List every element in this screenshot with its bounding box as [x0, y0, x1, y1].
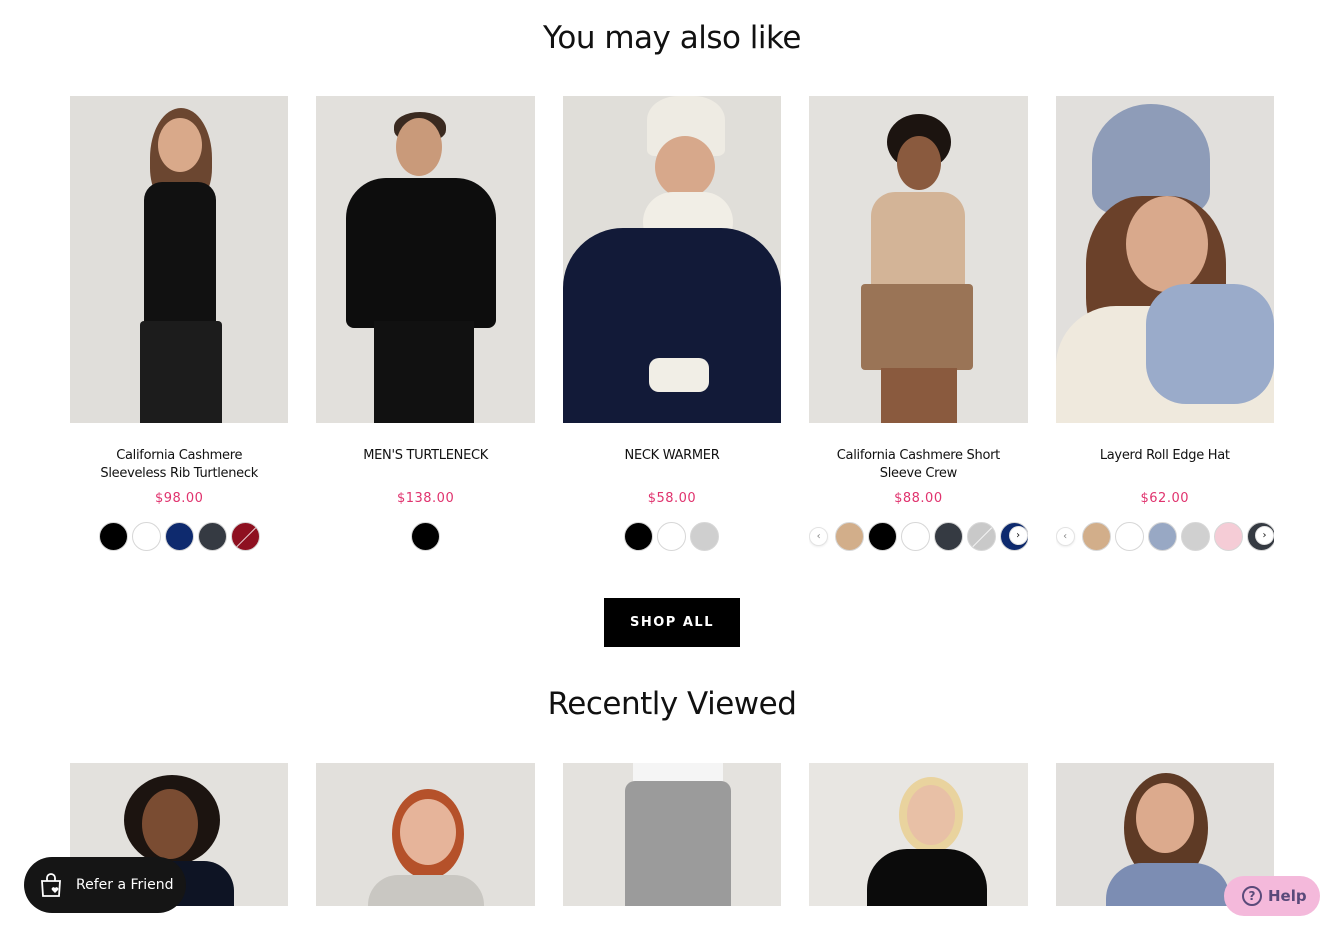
color-swatch[interactable]	[131, 521, 161, 551]
product-image[interactable]	[809, 763, 1028, 906]
color-swatch[interactable]	[1213, 521, 1243, 551]
color-swatch[interactable]	[657, 521, 687, 551]
chevron-left-icon[interactable]: ‹	[809, 526, 829, 546]
color-swatch[interactable]	[1147, 521, 1177, 551]
product-image[interactable]	[70, 96, 289, 423]
recently-viewed-grid	[70, 763, 1274, 906]
chevron-right-icon[interactable]: ›	[1008, 526, 1028, 545]
product-price: $62.00	[1140, 491, 1189, 506]
shop-all-button[interactable]: SHOP ALL	[604, 598, 740, 647]
color-swatch[interactable]	[901, 521, 931, 551]
product-name[interactable]: Layerd Roll Edge Hat	[1056, 447, 1274, 485]
color-swatches	[70, 520, 288, 552]
product-price: $58.00	[647, 491, 697, 506]
recent-product-card[interactable]	[562, 763, 782, 906]
help-label: Help	[1268, 887, 1307, 905]
color-swatch[interactable]	[98, 521, 128, 551]
recent-product-card[interactable]	[809, 763, 1028, 906]
product-image[interactable]	[316, 96, 535, 423]
chevron-right-icon[interactable]: ›	[1254, 526, 1274, 545]
product-image[interactable]	[562, 96, 782, 423]
refer-a-friend-button[interactable]: Refer a Friend	[24, 857, 186, 913]
color-swatch[interactable]	[624, 521, 654, 551]
product-card[interactable]: MEN'S TURTLENECK $138.00	[316, 96, 535, 552]
product-name[interactable]: MEN'S TURTLENECK	[316, 447, 534, 485]
product-price: $98.00	[154, 491, 204, 506]
product-image[interactable]	[316, 763, 535, 906]
product-price: $138.00	[396, 491, 455, 506]
color-swatch[interactable]	[1180, 521, 1210, 551]
color-swatch[interactable]	[835, 521, 865, 551]
color-swatch[interactable]	[230, 521, 260, 551]
question-circle-icon: ?	[1242, 886, 1262, 906]
product-card[interactable]: Layerd Roll Edge Hat $62.00 ‹ ›	[1055, 96, 1274, 552]
shopping-bag-heart-icon	[41, 873, 61, 897]
color-swatch[interactable]	[1081, 521, 1111, 551]
product-price: $88.00	[894, 491, 943, 506]
product-name[interactable]: California Cashmere Sleeveless Rib Turtl…	[70, 447, 288, 485]
product-grid-also: California Cashmere Sleeveless Rib Turtl…	[70, 96, 1274, 552]
product-image[interactable]	[1055, 96, 1274, 423]
product-image[interactable]	[562, 763, 782, 906]
product-card[interactable]: California Cashmere Sleeveless Rib Turtl…	[70, 96, 289, 552]
color-swatches	[316, 520, 534, 552]
product-card[interactable]: California Cashmere Short Sleeve Crew $8…	[809, 96, 1028, 552]
color-swatches: ‹ ›	[809, 520, 1028, 552]
section-title-recent: Recently Viewed	[547, 686, 797, 722]
recent-product-card[interactable]	[316, 763, 535, 906]
product-card[interactable]: NECK WARMER $58.00	[562, 96, 782, 552]
color-swatch[interactable]	[197, 521, 227, 551]
section-title-also: You may also like	[543, 20, 801, 56]
product-name[interactable]: California Cashmere Short Sleeve Crew	[809, 447, 1027, 485]
chevron-left-icon[interactable]: ‹	[1055, 526, 1075, 546]
color-swatch[interactable]	[967, 521, 997, 551]
help-button[interactable]: ? Help	[1224, 876, 1320, 916]
product-name[interactable]: NECK WARMER	[563, 447, 781, 485]
color-swatch[interactable]	[868, 521, 898, 551]
color-swatch[interactable]	[411, 521, 441, 551]
color-swatch[interactable]	[934, 521, 964, 551]
color-swatch[interactable]	[164, 521, 194, 551]
color-swatches	[563, 520, 781, 552]
color-swatches: ‹ ›	[1055, 520, 1274, 552]
refer-label: Refer a Friend	[76, 877, 174, 893]
color-swatch[interactable]	[690, 521, 720, 551]
product-image[interactable]	[809, 96, 1028, 423]
color-swatch[interactable]	[1114, 521, 1144, 551]
